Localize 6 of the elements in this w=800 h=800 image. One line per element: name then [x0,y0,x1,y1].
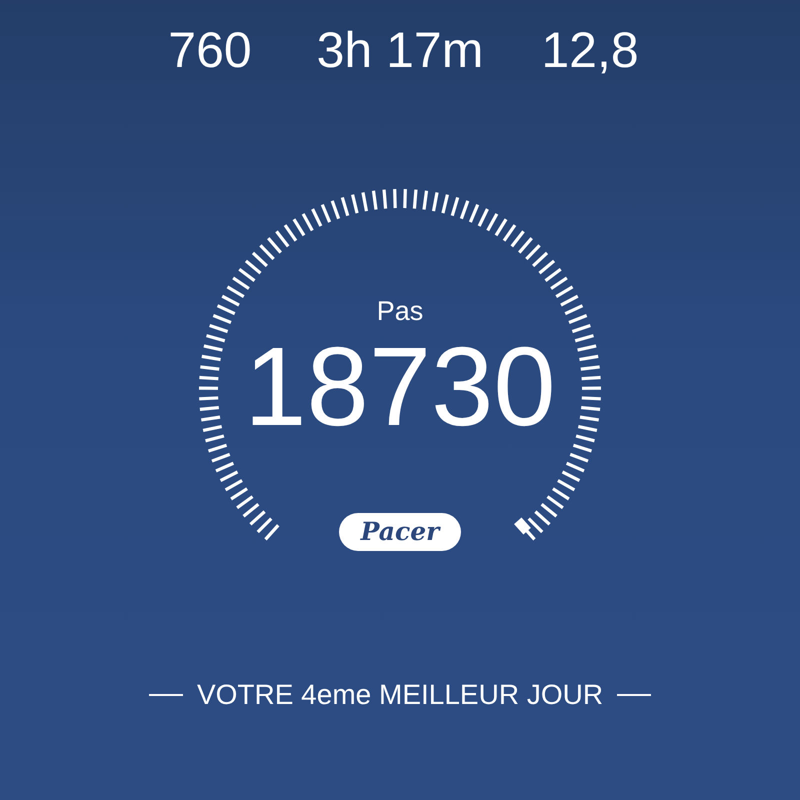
progress-marker [514,517,531,535]
stat-value: 3h 17m [316,21,484,80]
best-day-text: VOTRE 4eme MEILLEUR JOUR [196,678,604,712]
stat-value: 760 [167,21,253,80]
pacer-logo: Pacer [339,513,461,551]
stat-value: 12,8 [540,21,640,80]
